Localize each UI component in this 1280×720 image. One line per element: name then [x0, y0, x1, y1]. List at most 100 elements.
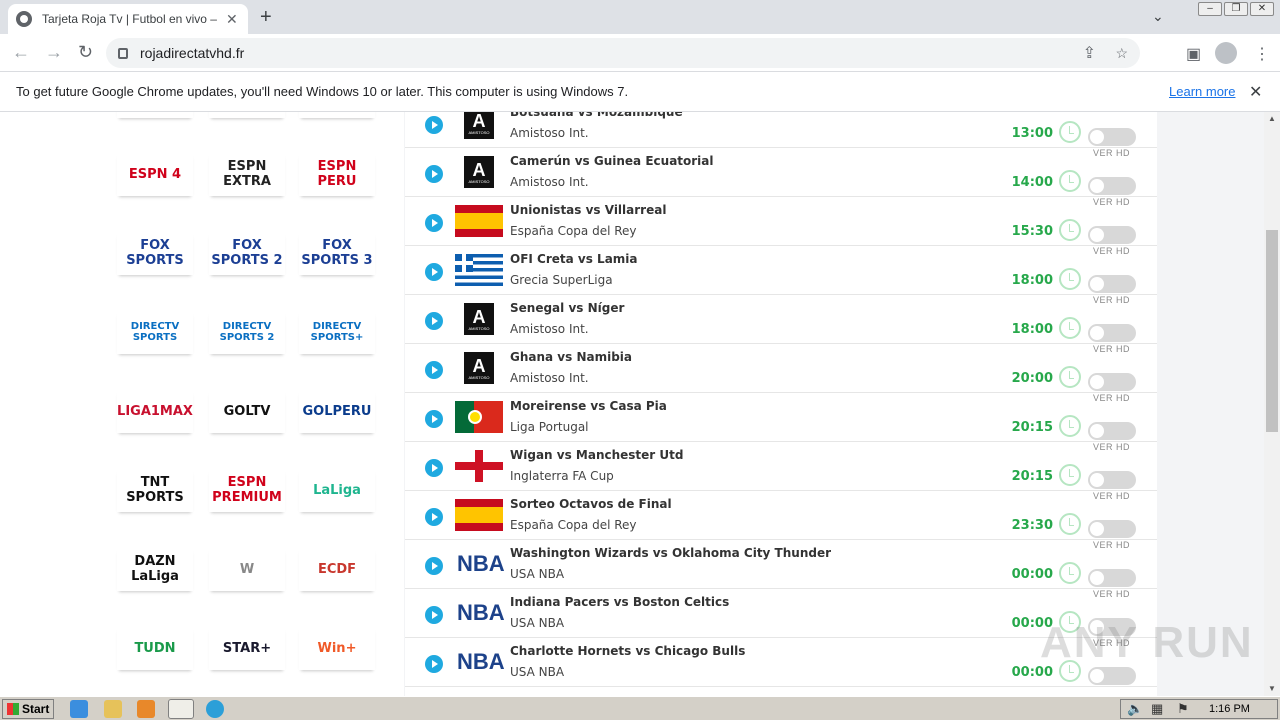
match-row[interactable]: A AMISTOSO Camerún vs Guinea Ecuatorial Ami… — [405, 148, 1157, 197]
tab-search-icon[interactable]: ⌄ — [1152, 8, 1164, 25]
restore-icon[interactable]: ❐ — [1224, 2, 1248, 16]
match-name[interactable]: Ghana vs Namibia — [510, 350, 632, 364]
tab-close-icon[interactable]: ✕ — [226, 11, 238, 28]
menu-kebab-icon[interactable]: ⋮ — [1254, 44, 1270, 64]
scroll-down-icon[interactable]: ▼ — [1268, 684, 1276, 693]
bookmark-star-icon[interactable]: ☆ — [1115, 45, 1128, 62]
hd-toggle[interactable] — [1088, 226, 1136, 244]
match-name[interactable]: Charlotte Hornets vs Chicago Bulls — [510, 644, 745, 658]
hd-toggle[interactable] — [1088, 373, 1136, 391]
play-icon[interactable] — [425, 361, 443, 379]
channel-logo[interactable]: W — [209, 547, 285, 591]
scrollbar-thumb[interactable] — [1266, 230, 1278, 432]
channel-logo[interactable]: ECDF — [299, 547, 375, 591]
hd-toggle[interactable] — [1088, 275, 1136, 293]
media-player-icon[interactable] — [137, 700, 155, 718]
play-icon[interactable] — [425, 557, 443, 575]
hd-toggle[interactable] — [1088, 177, 1136, 195]
channel-logo-partial[interactable] — [117, 112, 193, 118]
taskbar-clock[interactable]: 1:16 PM — [1209, 703, 1250, 715]
hd-toggle[interactable] — [1088, 520, 1136, 538]
match-row[interactable]: Sorteo Octavos de Final España Copa del R… — [405, 491, 1157, 540]
hd-toggle[interactable] — [1088, 324, 1136, 342]
channel-logo[interactable]: Win+ — [299, 626, 375, 670]
match-row[interactable]: A AMISTOSO Botsuana vs Mozambique Amistoso … — [405, 112, 1157, 148]
match-name[interactable]: Washington Wizards vs Oklahoma City Thun… — [510, 546, 831, 560]
channel-logo[interactable]: LaLiga — [299, 468, 375, 512]
match-name[interactable]: Moreirense vs Casa Pia — [510, 399, 667, 413]
match-name[interactable]: Unionistas vs Villarreal — [510, 203, 666, 217]
learn-more-link[interactable]: Learn more — [1169, 84, 1235, 99]
play-icon[interactable] — [425, 606, 443, 624]
side-panel-icon[interactable]: ▣ — [1186, 44, 1201, 64]
chrome-taskbar-button[interactable] — [168, 699, 194, 719]
match-row[interactable]: OFI Creta vs Lamia Grecia SuperLiga 18:00 V… — [405, 246, 1157, 295]
channel-logo[interactable]: GOLTV — [209, 389, 285, 433]
channel-logo[interactable]: ESPN PREMIUM — [209, 468, 285, 512]
scroll-up-icon[interactable]: ▲ — [1268, 114, 1276, 123]
channel-logo[interactable]: DAZN LaLiga — [117, 547, 193, 591]
channel-logo[interactable]: DIRECTV SPORTS+ — [299, 310, 375, 354]
reload-icon[interactable]: ↻ — [78, 42, 93, 63]
channel-logo[interactable]: TUDN — [117, 626, 193, 670]
back-icon[interactable]: ← — [12, 42, 30, 63]
share-icon[interactable]: ⇪ — [1083, 43, 1096, 63]
channel-logo[interactable]: GOLPERU — [299, 389, 375, 433]
match-name[interactable]: Senegal vs Níger — [510, 301, 624, 315]
hd-toggle[interactable] — [1088, 667, 1136, 685]
match-row[interactable]: Wigan vs Manchester Utd Inglaterra FA Cup… — [405, 442, 1157, 491]
hd-toggle[interactable] — [1088, 471, 1136, 489]
start-button[interactable]: Start — [2, 699, 54, 719]
channel-logo[interactable]: FOX SPORTS 3 — [299, 231, 375, 275]
match-row[interactable]: NBA Washington Wizards vs Oklahoma City T… — [405, 540, 1157, 589]
match-name[interactable]: Botsuana vs Mozambique — [510, 112, 683, 119]
match-name[interactable]: OFI Creta vs Lamia — [510, 252, 638, 266]
channel-logo[interactable]: ESPN PERU — [299, 152, 375, 196]
match-name[interactable]: Camerún vs Guinea Ecuatorial — [510, 154, 714, 168]
play-icon[interactable] — [425, 655, 443, 673]
hd-toggle[interactable] — [1088, 569, 1136, 587]
page-scrollbar[interactable]: ▲ ▼ — [1264, 112, 1280, 696]
browser-tab[interactable]: Tarjeta Roja Tv | Futbol en vivo – Pir ✕ — [8, 4, 248, 34]
flag-icon[interactable]: ⚑ — [1177, 701, 1189, 717]
hd-toggle[interactable] — [1088, 422, 1136, 440]
channel-logo-partial[interactable] — [209, 112, 285, 118]
channel-logo[interactable]: ESPN 4 — [117, 152, 193, 196]
play-icon[interactable] — [425, 263, 443, 281]
new-tab-button[interactable]: + — [260, 6, 272, 29]
volume-icon[interactable]: 🔈 — [1127, 701, 1143, 717]
match-row[interactable]: Unionistas vs Villarreal España Copa del … — [405, 197, 1157, 246]
close-infobar-icon[interactable]: ✕ — [1249, 82, 1262, 102]
match-name[interactable]: Sorteo Octavos de Final — [510, 497, 672, 511]
ie-icon[interactable] — [70, 700, 88, 718]
profile-avatar[interactable] — [1215, 42, 1237, 64]
close-window-icon[interactable]: ✕ — [1250, 2, 1274, 16]
channel-logo[interactable]: DIRECTV SPORTS 2 — [209, 310, 285, 354]
match-name[interactable]: Indiana Pacers vs Boston Celtics — [510, 595, 729, 609]
channel-logo[interactable]: TNT SPORTS — [117, 468, 193, 512]
explorer-icon[interactable] — [104, 700, 122, 718]
play-icon[interactable] — [425, 312, 443, 330]
channel-logo[interactable]: FOX SPORTS — [117, 231, 193, 275]
match-row[interactable]: A AMISTOSO Senegal vs Níger Amistoso Int. 18… — [405, 295, 1157, 344]
channel-logo[interactable]: STAR+ — [209, 626, 285, 670]
lock-icon[interactable] — [118, 47, 128, 59]
channel-logo[interactable]: FOX SPORTS 2 — [209, 231, 285, 275]
play-icon[interactable] — [425, 165, 443, 183]
play-icon[interactable] — [425, 214, 443, 232]
match-row[interactable]: Moreirense vs Casa Pia Liga Portugal 20:15… — [405, 393, 1157, 442]
match-row[interactable]: A AMISTOSO Ghana vs Namibia Amistoso Int. 20… — [405, 344, 1157, 393]
network-icon[interactable]: ▦ — [1151, 701, 1163, 717]
edge-icon[interactable] — [206, 700, 224, 718]
channel-logo[interactable]: DIRECTV SPORTS — [117, 310, 193, 354]
forward-icon[interactable]: → — [45, 42, 63, 63]
play-icon[interactable] — [425, 508, 443, 526]
match-name[interactable]: Wigan vs Manchester Utd — [510, 448, 683, 462]
address-bar[interactable]: rojadirectatvhd.fr ⇪ ☆ — [106, 38, 1140, 68]
channel-logo-partial[interactable] — [299, 112, 375, 118]
minimize-icon[interactable]: – — [1198, 2, 1222, 16]
play-icon[interactable] — [425, 459, 443, 477]
play-icon[interactable] — [425, 410, 443, 428]
play-icon[interactable] — [425, 116, 443, 134]
channel-logo[interactable]: ESPN EXTRA — [209, 152, 285, 196]
